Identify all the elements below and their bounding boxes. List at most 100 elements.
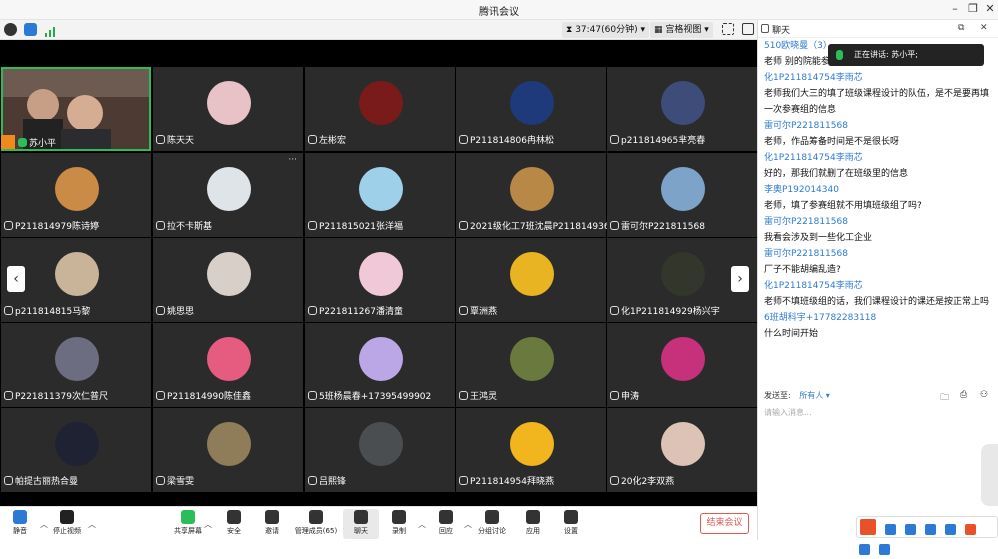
meeting-app: 腾讯会议 – ❐ ✕ ⧗ 37:47(60分钟) ▾ ▦ 宫格视图 ▾ 苏小平 陈…: [0, 0, 998, 555]
settings-button[interactable]: 设置: [553, 509, 589, 539]
control-label: 录制: [392, 527, 406, 535]
person-icon[interactable]: ⚇: [980, 390, 988, 400]
chat-sender[interactable]: 化1P211814754李雨芯: [764, 278, 996, 294]
video-grid: 苏小平 陈天天 左彬宏 P211814806冉林松 p211814965芈亮春 P2118…: [0, 40, 757, 506]
next-page-button[interactable]: ›: [731, 266, 749, 292]
meeting-timer[interactable]: ⧗ 37:47(60分钟) ▾: [562, 22, 649, 38]
participant-tile[interactable]: P211814806冉林松: [456, 67, 606, 151]
share-screen-icon: [181, 510, 195, 524]
participant-tile[interactable]: 拉不卡斯基 ···: [153, 153, 303, 237]
close-icon[interactable]: ✕: [983, 2, 997, 16]
participant-name: 左彬宏: [308, 135, 346, 147]
avatar: [207, 252, 251, 296]
chat-sender[interactable]: 化1P211814754李雨芯: [764, 70, 996, 86]
speaking-text: 正在讲话: 苏小平;: [854, 50, 918, 59]
participant-tile[interactable]: P221811379次仁普尺: [1, 323, 151, 407]
reaction-button[interactable]: 回应: [428, 509, 464, 539]
avatar: [55, 422, 99, 466]
ime-toolbar[interactable]: [856, 516, 998, 555]
avatar: [661, 81, 705, 125]
participant-tile[interactable]: 王鸿灵: [456, 323, 606, 407]
participant-tile[interactable]: 梁雪雯: [153, 408, 303, 492]
mic-button[interactable]: 静音: [2, 509, 38, 539]
signal-icon[interactable]: [44, 23, 57, 37]
mic-muted-icon: [459, 306, 468, 315]
chat-button[interactable]: 聊天: [343, 509, 379, 539]
mic-caret-icon[interactable]: ︿: [40, 519, 48, 530]
info-icon[interactable]: [4, 23, 17, 36]
chat-sender[interactable]: 雷可尔P221811568: [764, 118, 996, 134]
invite-button[interactable]: 邀请: [254, 509, 290, 539]
chat-sender[interactable]: 化1P211814754李雨芯: [764, 150, 996, 166]
participant-tile[interactable]: 覃洲燕: [456, 238, 606, 322]
chat-sender[interactable]: 雷可尔P221811568: [764, 246, 996, 262]
more-icon[interactable]: ···: [288, 155, 297, 165]
participant-name-text: P211815021张洋福: [319, 222, 403, 232]
message-input[interactable]: 请输入消息...: [764, 407, 812, 418]
chat-sender[interactable]: 雷可尔P221811568: [764, 214, 996, 230]
participant-name: 申涛: [610, 391, 639, 403]
participant-tile[interactable]: 申涛: [607, 323, 757, 407]
participant-tile[interactable]: P211814954拜晓燕: [456, 408, 606, 492]
participant-tile[interactable]: 苏小平: [1, 67, 151, 151]
participant-tile[interactable]: P221811267潘清童: [305, 238, 455, 322]
participant-tile[interactable]: 姚思思: [153, 238, 303, 322]
reaction-caret-icon[interactable]: ︿: [464, 519, 472, 530]
video-button[interactable]: 停止视频: [49, 509, 85, 539]
chat-message: 老师，作品筹备时间是不是很长呀: [764, 137, 900, 147]
restore-icon[interactable]: ❐: [966, 2, 980, 16]
view-label: 宫格视图: [665, 25, 702, 35]
share-screen-button[interactable]: 共享屏幕: [170, 509, 206, 539]
security-button[interactable]: 安全: [216, 509, 252, 539]
mic-muted-icon: [610, 306, 619, 315]
mic-muted-icon: [308, 391, 317, 400]
participant-tile[interactable]: p211814965芈亮春: [607, 67, 757, 151]
sogou-icon: [860, 519, 876, 535]
mic-icon: [836, 50, 843, 60]
participant-tile[interactable]: 左彬宏: [305, 67, 455, 151]
avatar: [661, 422, 705, 466]
members-button[interactable]: 管理成员(65): [294, 509, 338, 539]
chat-message: 老师，填了参赛组就不用填班级组了吗?: [764, 201, 922, 211]
participant-name-text: 王鸿灵: [470, 392, 498, 402]
video-caret-icon[interactable]: ︿: [88, 519, 96, 530]
participant-name-text: 左彬宏: [319, 136, 347, 146]
share-caret-icon[interactable]: ︿: [204, 519, 212, 530]
participant-tile[interactable]: 20化2李双燕: [607, 408, 757, 492]
file-icon[interactable]: 🗀: [940, 390, 949, 406]
end-meeting-button[interactable]: 结束会议: [700, 513, 749, 534]
chat-sender[interactable]: 李奥P192014340: [764, 182, 996, 198]
send-to-select[interactable]: 所有人 ▾: [799, 391, 830, 400]
participant-tile[interactable]: 吕熙锋: [305, 408, 455, 492]
screenshot-icon[interactable]: ⎙: [960, 390, 967, 400]
record-caret-icon[interactable]: ︿: [418, 519, 426, 530]
participant-tile[interactable]: 陈天天: [153, 67, 303, 151]
prev-page-button[interactable]: ‹: [7, 266, 25, 292]
participant-name-text: 20化2李双燕: [621, 477, 675, 487]
participant-name: p211814815马黎: [4, 306, 90, 318]
breakout-button[interactable]: 分组讨论: [474, 509, 510, 539]
participant-tile[interactable]: 雷可尔P221811568: [607, 153, 757, 237]
chat-sender[interactable]: 6班胡科宇+17782283118: [764, 310, 996, 326]
shield-icon[interactable]: [24, 23, 37, 36]
participant-tile[interactable]: 2021级化工7班沈晨P211814936: [456, 153, 610, 237]
fullscreen-icon[interactable]: [722, 23, 734, 35]
participant-tile[interactable]: P211814979陈诗婷: [1, 153, 151, 237]
side-drawer-handle[interactable]: [981, 444, 998, 506]
chat-close-icon[interactable]: ✕: [980, 23, 988, 33]
apps-button[interactable]: 应用: [515, 509, 551, 539]
participant-tile[interactable]: 帕提古丽热合曼: [1, 408, 151, 492]
record-button[interactable]: 录制: [381, 509, 417, 539]
view-switch-button[interactable]: ▦ 宫格视图 ▾: [650, 22, 713, 38]
participant-tile[interactable]: 5班杨晨春+17395499902: [305, 323, 455, 407]
participant-tile[interactable]: P211814990陈佳鑫: [153, 323, 303, 407]
participant-tile[interactable]: P211815021张洋福: [305, 153, 455, 237]
participant-name: p211814965芈亮春: [610, 135, 705, 147]
avatar: [55, 337, 99, 381]
mic-muted-icon: [4, 391, 13, 400]
avatar: [359, 252, 403, 296]
minimize-icon[interactable]: –: [948, 2, 962, 16]
participant-name-text: 雷可尔P221811568: [621, 222, 705, 232]
panel-toggle-icon[interactable]: [742, 23, 754, 35]
popout-icon[interactable]: ⧉: [958, 23, 964, 33]
